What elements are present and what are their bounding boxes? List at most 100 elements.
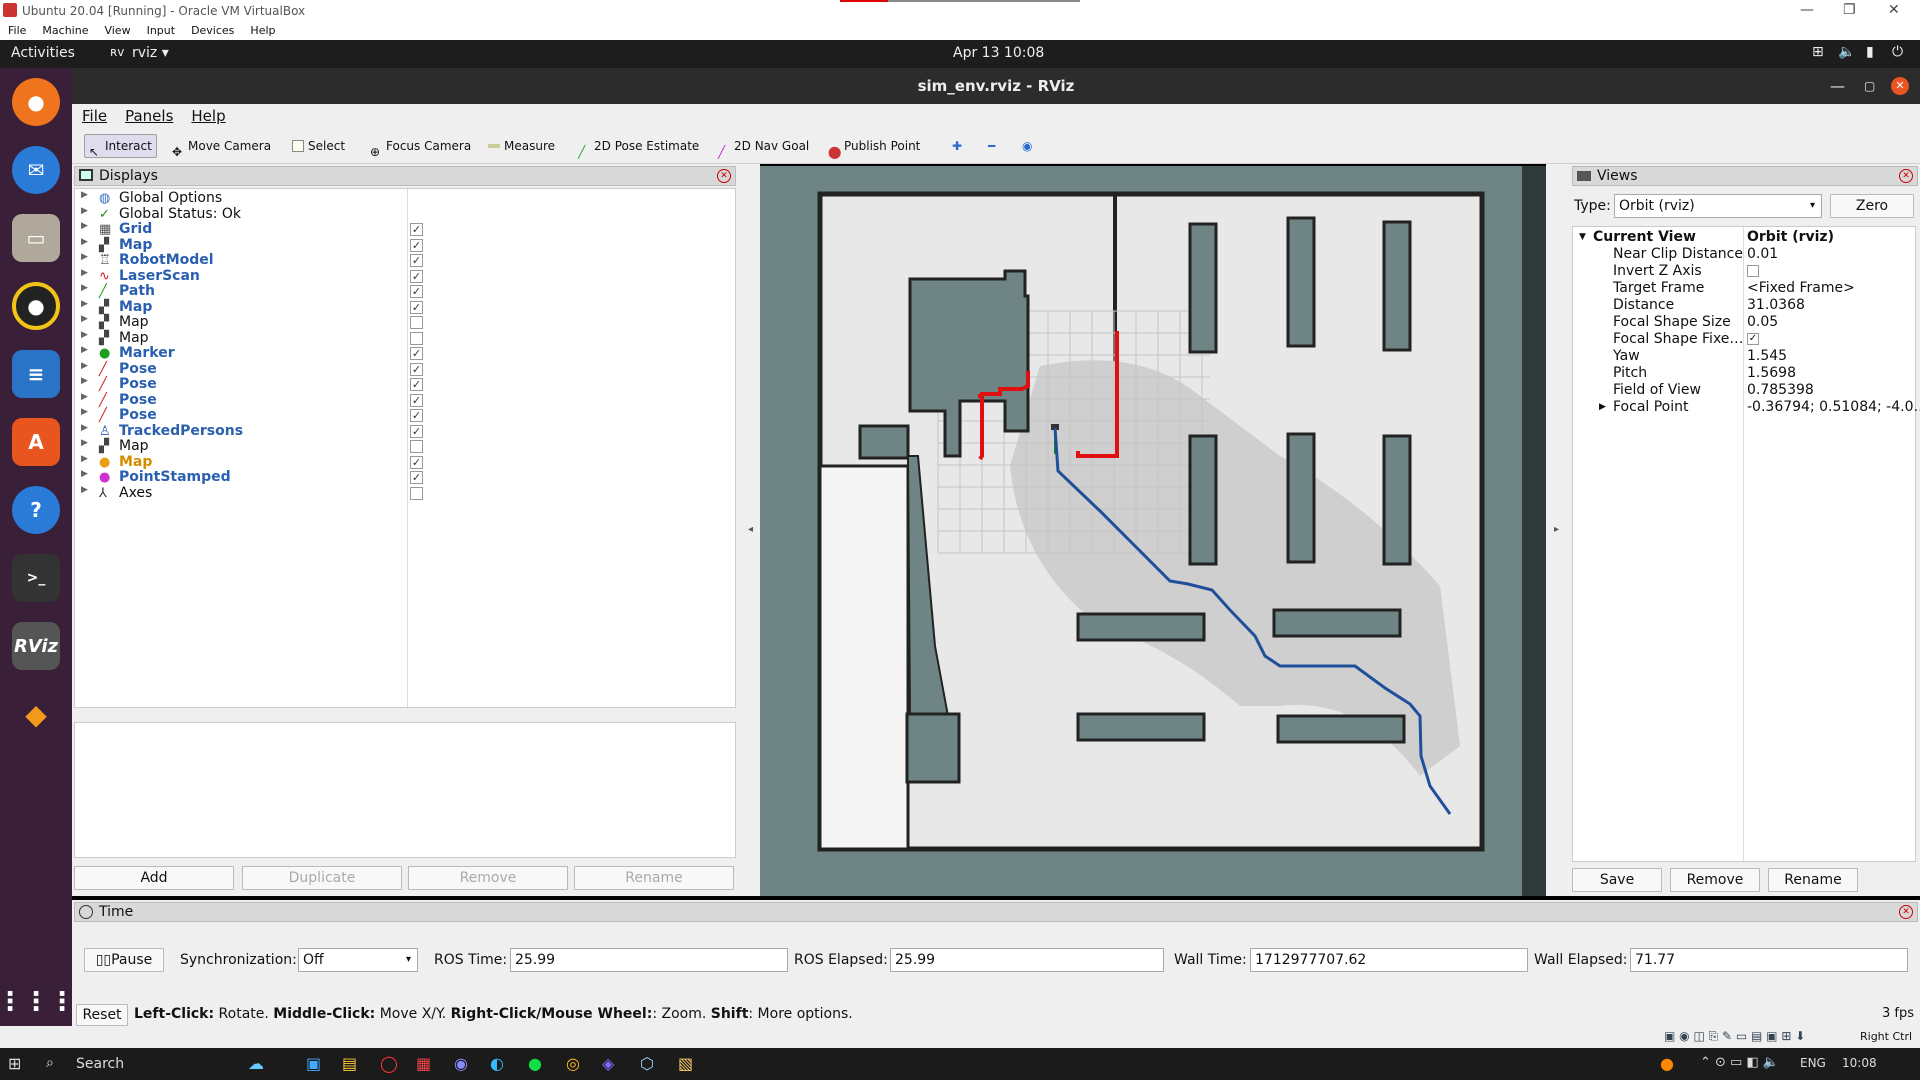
expand-arrow-icon[interactable]: ▶ — [81, 438, 88, 448]
view-prop-value[interactable]: -0.36794; 0.51084; -4.0… — [1747, 399, 1920, 416]
enable-checkbox[interactable]: ✓ — [410, 471, 423, 484]
nav-goal-tool[interactable]: ╱ 2D Nav Goal — [714, 134, 813, 159]
enable-checkbox[interactable]: ✓ — [410, 455, 423, 469]
files-icon[interactable]: ▭ — [12, 214, 60, 262]
vbox-menu-devices[interactable]: Devices — [191, 24, 234, 37]
discord-icon[interactable]: ◉ — [454, 1054, 468, 1073]
expand-arrow-icon[interactable]: ▶ — [81, 330, 88, 340]
view-prop-row[interactable]: ▶ Focal Point -0.36794; 0.51084; -4.0… — [1573, 399, 1920, 416]
add-tool-icon[interactable]: ✚ — [948, 134, 966, 158]
view-prop-value[interactable]: <Fixed Frame> — [1747, 280, 1855, 297]
sync-select[interactable]: Off ▾ — [298, 948, 418, 972]
right-splitter[interactable]: ▸ — [1546, 164, 1570, 896]
explorer-icon[interactable]: ▤ — [342, 1054, 357, 1073]
chrome-icon[interactable]: ◎ — [566, 1054, 580, 1073]
ros-elapsed-field[interactable]: 25.99 — [890, 948, 1164, 972]
rviz-close-icon[interactable]: ✕ — [1891, 77, 1909, 95]
rviz-minimize-icon[interactable]: — — [1830, 68, 1845, 104]
enable-checkbox[interactable] — [410, 440, 423, 453]
expand-arrow-icon[interactable]: ▶ — [81, 407, 88, 417]
firefox-icon[interactable]: ● — [12, 78, 60, 126]
render-viewport[interactable] — [760, 166, 1546, 896]
app-menu[interactable]: rviz ▾ — [132, 45, 169, 61]
enable-checkbox[interactable]: ✓ — [410, 300, 423, 314]
app-icon[interactable]: ▦ — [416, 1054, 431, 1073]
writer-icon[interactable]: ≡ — [12, 350, 60, 398]
measure-tool[interactable]: Measure — [484, 134, 559, 158]
view-prop-row[interactable]: Field of View 0.785398 — [1573, 382, 1915, 399]
expand-arrow-icon[interactable]: ▶ — [81, 268, 88, 278]
battery-icon[interactable]: ▮ — [1866, 44, 1874, 60]
expand-arrow-icon[interactable]: ▶ — [81, 485, 88, 495]
add-display-button[interactable]: Add — [74, 866, 234, 890]
zero-button[interactable]: Zero — [1830, 194, 1914, 218]
view-prop-row[interactable]: Invert Z Axis — [1573, 263, 1915, 280]
windows-start-icon[interactable]: ⊞ — [8, 1054, 21, 1073]
enable-checkbox[interactable]: ✓ — [410, 269, 423, 283]
restore-icon[interactable]: ❐ — [1843, 2, 1856, 18]
vbox-menu-file[interactable]: File — [8, 24, 26, 37]
expand-arrow-icon[interactable]: ▶ — [81, 345, 88, 355]
rviz-maximize-icon[interactable]: ▢ — [1864, 68, 1875, 104]
notification-icon[interactable]: ● — [1660, 1054, 1674, 1073]
view-prop-value[interactable]: 0.785398 — [1747, 382, 1814, 399]
expand-arrow-icon[interactable]: ▶ — [81, 392, 88, 402]
expand-arrow-icon[interactable]: ▶ — [81, 206, 88, 216]
vm-window-icon[interactable]: ▧ — [678, 1054, 693, 1073]
widgets-icon[interactable]: ☁ — [248, 1054, 264, 1073]
view-prop-row[interactable]: Distance 31.0368 — [1573, 297, 1915, 314]
close-icon[interactable]: ✕ — [1888, 2, 1900, 18]
tool-properties-icon[interactable]: ◉ — [1018, 134, 1036, 158]
taskbar-clock[interactable]: 10:08 — [1842, 1056, 1877, 1070]
rename-display-button[interactable]: Rename — [574, 866, 734, 890]
expand-arrow-icon[interactable]: ▶ — [81, 221, 88, 231]
view-prop-row[interactable]: Near Clip Distance 0.01 — [1573, 246, 1915, 263]
network-icon[interactable]: ⊞ — [1812, 44, 1824, 60]
help-icon[interactable]: ? — [12, 486, 60, 534]
view-prop-value[interactable]: 1.5698 — [1747, 365, 1796, 382]
left-splitter[interactable]: ◂ — [740, 164, 760, 896]
current-view-row[interactable]: ▼ Current View Orbit (rviz) — [1573, 229, 1915, 246]
wall-elapsed-field[interactable]: 71.77 — [1630, 948, 1908, 972]
taskview-icon[interactable]: ▣ — [306, 1054, 321, 1073]
collapse-left-icon[interactable]: ◂ — [748, 524, 753, 535]
expand-arrow-icon[interactable]: ▶ — [81, 423, 88, 433]
spotify-icon[interactable]: ● — [528, 1054, 542, 1073]
view-type-select[interactable]: Orbit (rviz) ▾ — [1614, 194, 1822, 218]
menu-file[interactable]: File — [82, 104, 107, 128]
taskbar-search[interactable]: Search — [76, 1056, 124, 1072]
enable-checkbox[interactable]: ✓ — [410, 424, 423, 438]
enable-checkbox[interactable]: ✓ — [410, 285, 423, 298]
view-prop-row[interactable]: Focal Shape Size 0.05 — [1573, 314, 1915, 331]
expand-arrow-icon[interactable]: ▶ — [81, 376, 88, 386]
edge-icon[interactable]: ◐ — [490, 1054, 504, 1073]
view-prop-row[interactable]: Focal Shape Fixe… ✓ — [1573, 331, 1915, 348]
wall-time-field[interactable]: 1712977707.62 — [1250, 948, 1528, 972]
expand-arrow-icon[interactable]: ▶ — [81, 283, 88, 293]
enable-checkbox[interactable] — [410, 331, 423, 345]
rviz-icon[interactable]: RViz — [12, 622, 60, 670]
tray-icons[interactable]: ⌃ ⊙ ▭ ◧ 🔈 — [1700, 1055, 1779, 1070]
apps-grid-icon[interactable]: ⋮⋮⋮ — [0, 978, 75, 1026]
rename-view-button[interactable]: Rename — [1768, 868, 1858, 892]
enable-checkbox[interactable]: ✓ — [410, 347, 423, 360]
collapse-right-icon[interactable]: ▸ — [1554, 524, 1559, 535]
display-item-axes[interactable]: ▶ ⅄ Axes — [75, 484, 735, 503]
save-view-button[interactable]: Save — [1572, 868, 1662, 892]
expand-arrow-icon[interactable]: ▶ — [81, 237, 88, 247]
expand-arrow-icon[interactable]: ▶ — [81, 190, 88, 200]
enable-checkbox[interactable]: ✓ — [410, 409, 423, 422]
expand-arrow-icon[interactable]: ▶ — [81, 469, 88, 479]
remove-view-button[interactable]: Remove — [1670, 868, 1760, 892]
vbox-menu-input[interactable]: Input — [147, 24, 175, 37]
view-prop-checkbox[interactable] — [1747, 265, 1759, 277]
move-camera-tool[interactable]: ✥ Move Camera — [168, 134, 275, 159]
close-displays-icon[interactable]: ✕ — [717, 169, 731, 183]
enable-checkbox[interactable]: ✓ — [410, 223, 423, 236]
view-prop-value[interactable]: 31.0368 — [1747, 297, 1805, 314]
expand-arrow-icon[interactable]: ▶ — [81, 361, 88, 371]
remove-display-button[interactable]: Remove — [408, 866, 568, 890]
interact-tool[interactable]: ↖ Interact — [84, 134, 157, 159]
clock[interactable]: Apr 13 10:08 — [953, 45, 1044, 61]
enable-checkbox[interactable]: ✓ — [410, 362, 423, 376]
